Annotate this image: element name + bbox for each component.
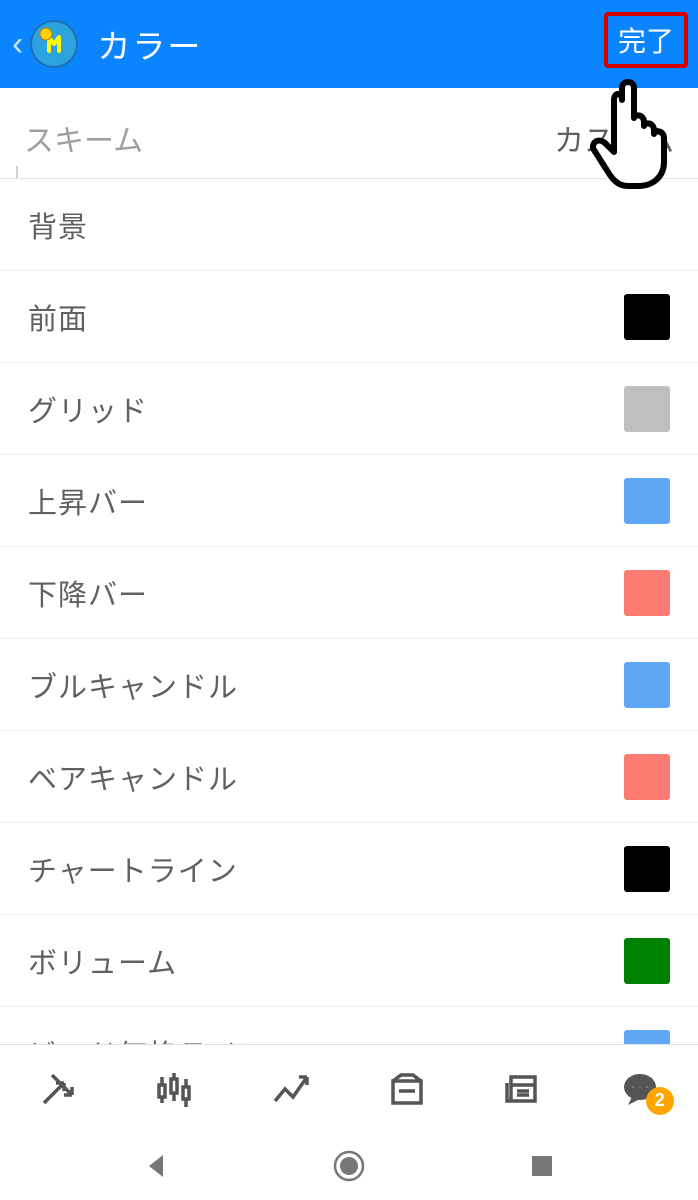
color-row[interactable]: 上昇バー	[0, 455, 698, 547]
color-row-label: グリッド	[28, 388, 148, 430]
color-row-label: ベアキャンドル	[28, 756, 238, 798]
color-swatch[interactable]	[624, 662, 670, 708]
nav-back-icon[interactable]	[136, 1146, 176, 1186]
system-nav-bar	[0, 1132, 698, 1200]
nav-home-icon[interactable]	[329, 1146, 369, 1186]
color-swatch[interactable]	[624, 294, 670, 340]
color-swatch[interactable]	[624, 386, 670, 432]
color-row[interactable]: 前面	[0, 271, 698, 363]
messages-badge: 2	[646, 1087, 674, 1115]
color-row-label: チャートライン	[28, 848, 238, 890]
color-row[interactable]: ブルキャンドル	[0, 639, 698, 731]
color-row-label: 下降バー	[28, 572, 148, 614]
app-icon	[29, 19, 79, 69]
color-swatch[interactable]	[624, 846, 670, 892]
color-row[interactable]: 下降バー	[0, 547, 698, 639]
color-rows: 背景前面グリッド上昇バー下降バーブルキャンドルベアキャンドルチャートラインボリュ…	[0, 179, 698, 1044]
tab-quotes[interactable]	[28, 1059, 88, 1119]
tab-history[interactable]	[377, 1059, 437, 1119]
color-row[interactable]: ベアキャンドル	[0, 731, 698, 823]
color-swatch[interactable]	[624, 754, 670, 800]
color-row[interactable]: ボリューム	[0, 915, 698, 1007]
tab-trade[interactable]	[261, 1059, 321, 1119]
back-chevron-icon[interactable]: ‹	[12, 25, 23, 64]
divider-tick	[16, 166, 18, 178]
color-row-label: 上昇バー	[28, 480, 148, 522]
tab-messages[interactable]: 2	[610, 1059, 670, 1119]
color-row-label: ビッド価格ライン	[28, 1032, 268, 1045]
color-swatch[interactable]	[624, 570, 670, 616]
color-row-label: 前面	[28, 296, 88, 338]
color-row[interactable]: チャートライン	[0, 823, 698, 915]
color-row[interactable]: ビッド価格ライン	[0, 1007, 698, 1044]
color-row[interactable]: グリッド	[0, 363, 698, 455]
color-row-label: ブルキャンドル	[28, 664, 238, 706]
hand-pointer-icon	[580, 72, 690, 197]
scheme-label: スキーム	[24, 116, 143, 160]
tab-bar: 2	[0, 1044, 698, 1132]
tab-news[interactable]	[493, 1059, 553, 1119]
color-row-label: 背景	[28, 204, 88, 246]
color-row-label: ボリューム	[28, 940, 177, 982]
color-swatch[interactable]	[624, 478, 670, 524]
done-button[interactable]: 完了	[604, 12, 688, 68]
header-title: カラー	[97, 20, 202, 68]
nav-recent-icon[interactable]	[522, 1146, 562, 1186]
tab-charts[interactable]	[144, 1059, 204, 1119]
color-swatch[interactable]	[624, 938, 670, 984]
color-swatch[interactable]	[624, 1030, 670, 1045]
